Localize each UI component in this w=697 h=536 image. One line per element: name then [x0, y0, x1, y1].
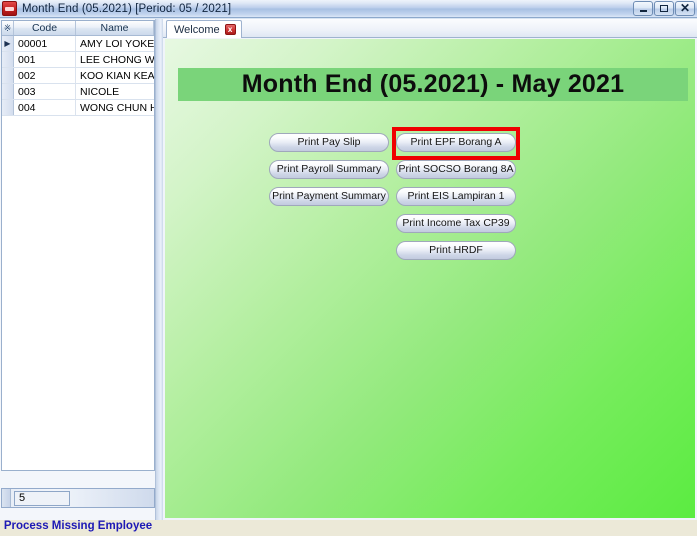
maximize-button[interactable]	[654, 1, 674, 16]
application-window: Month End (05.2021) [Period: 05 / 2021] …	[0, 0, 697, 532]
table-row[interactable]: 003 NICOLE	[2, 84, 154, 100]
row-code: 001	[14, 52, 76, 67]
grid-header-code[interactable]: Code	[14, 21, 76, 35]
tab-welcome[interactable]: Welcome x	[166, 20, 242, 38]
table-row[interactable]: 004 WONG CHUN HAN	[2, 100, 154, 116]
close-button[interactable]: ✕	[675, 1, 695, 16]
page-title: Month End (05.2021) - May 2021	[241, 70, 625, 98]
row-code: 002	[14, 68, 76, 83]
row-selector[interactable]	[2, 52, 14, 67]
row-selector[interactable]	[2, 84, 14, 99]
print-payroll-summary-button[interactable]: Print Payroll Summary	[269, 160, 389, 179]
main-area: Welcome x Month End (05.2021) - May 2021…	[163, 19, 697, 520]
employee-grid-scrollbar[interactable]	[155, 19, 163, 520]
grid-header-row: ※ Code Name	[2, 21, 154, 36]
row-name: NICOLE	[80, 85, 120, 98]
maximize-icon	[660, 5, 668, 12]
month-end-banner: Month End (05.2021) - May 2021	[178, 68, 688, 101]
welcome-content: Month End (05.2021) - May 2021 Print Pay…	[165, 39, 695, 518]
row-name: LEE CHONG WAI	[80, 53, 154, 66]
grid-empty-area	[2, 116, 154, 470]
print-payment-summary-button[interactable]: Print Payment Summary	[269, 187, 389, 206]
row-selector[interactable]	[2, 100, 14, 115]
employee-list-panel: ※ Code Name ▶ 00001 AMY LOI YOKE MEI 001…	[0, 19, 163, 532]
tab-welcome-label: Welcome	[174, 23, 220, 36]
grid-header-indicator: ※	[2, 21, 14, 35]
print-pay-slip-button[interactable]: Print Pay Slip	[269, 133, 389, 152]
report-buttons-left-column: Print Pay Slip Print Payroll Summary Pri…	[269, 133, 389, 214]
employee-grid[interactable]: ※ Code Name ▶ 00001 AMY LOI YOKE MEI 001…	[1, 20, 155, 471]
row-code: 004	[14, 100, 76, 115]
window-title: Month End (05.2021) [Period: 05 / 2021]	[22, 2, 232, 15]
title-bar: Month End (05.2021) [Period: 05 / 2021] …	[0, 0, 697, 18]
minimize-icon	[639, 10, 647, 12]
process-missing-employee-link[interactable]: Process Missing Employee	[4, 520, 152, 532]
tab-bar: Welcome x	[163, 19, 697, 38]
table-row[interactable]: 001 LEE CHONG WAI	[2, 52, 154, 68]
table-row[interactable]: ▶ 00001 AMY LOI YOKE MEI	[2, 36, 154, 52]
row-name: KOO KIAN KEAT	[80, 69, 154, 82]
count-bar-grip	[2, 489, 11, 507]
tab-close-icon[interactable]: x	[224, 24, 236, 35]
table-row[interactable]: 002 KOO KIAN KEAT	[2, 68, 154, 84]
row-selector[interactable]	[2, 68, 14, 83]
row-selector[interactable]: ▶	[2, 36, 14, 51]
row-name: WONG CHUN HAN	[80, 101, 154, 114]
report-buttons-right-column: Print EPF Borang A Print SOCSO Borang 8A…	[396, 133, 516, 268]
row-code: 003	[14, 84, 76, 99]
print-income-tax-cp39-button[interactable]: Print Income Tax CP39	[396, 214, 516, 233]
window-controls: ✕	[633, 1, 695, 16]
payroll-app-icon	[2, 1, 17, 16]
row-code: 00001	[14, 36, 76, 51]
close-icon: ✕	[679, 1, 691, 15]
process-missing-employee-row: Process Missing Employee	[1, 516, 155, 536]
print-eis-lampiran-1-button[interactable]: Print EIS Lampiran 1	[396, 187, 516, 206]
record-count-bar: 5	[1, 488, 155, 508]
print-socso-borang-8a-button[interactable]: Print SOCSO Borang 8A	[396, 160, 516, 179]
grid-header-name[interactable]: Name	[76, 21, 154, 35]
print-epf-borang-a-button[interactable]: Print EPF Borang A	[396, 133, 516, 152]
row-name: AMY LOI YOKE MEI	[80, 37, 154, 50]
print-hrdf-button[interactable]: Print HRDF	[396, 241, 516, 260]
record-count-value[interactable]: 5	[14, 490, 70, 506]
minimize-button[interactable]	[633, 1, 653, 16]
